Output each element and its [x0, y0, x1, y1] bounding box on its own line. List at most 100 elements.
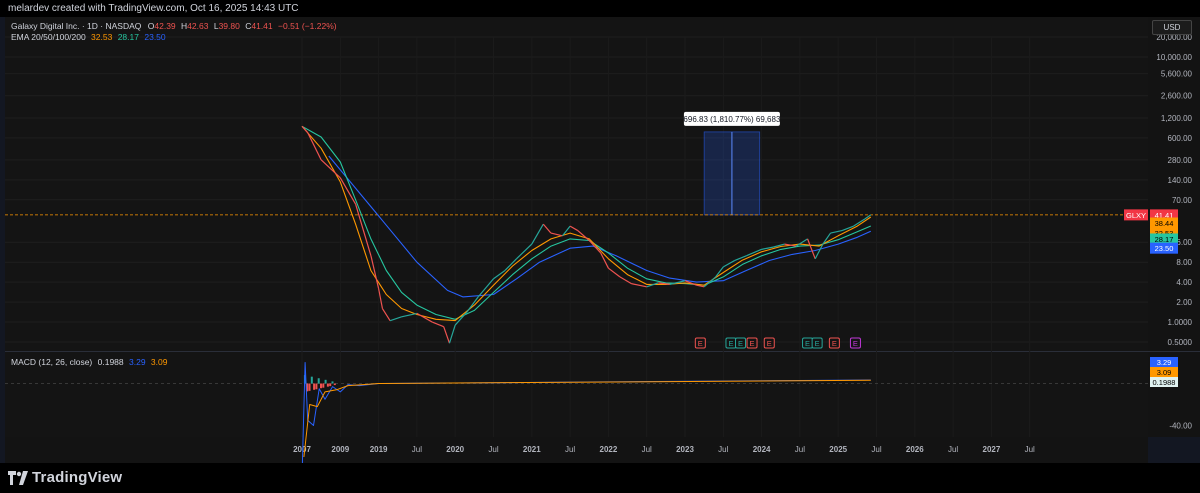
price-badge-value: 23.50 — [1155, 244, 1174, 253]
ema-legend[interactable]: EMA 20/50/100/200 32.53 28.17 23.50 — [11, 32, 166, 42]
macd-badge-value: 3.09 — [1157, 368, 1172, 377]
price-segment — [381, 308, 391, 321]
price-tick-label: 1,200.00 — [1161, 114, 1193, 123]
symbol-tag-label: GLXY — [1126, 211, 1146, 220]
price-segment — [378, 288, 384, 309]
footer: TradingView — [0, 463, 1200, 493]
price-segment — [550, 232, 563, 237]
earnings-marker-label: E — [853, 339, 858, 348]
time-tick-label: 2023 — [676, 445, 694, 454]
price-segment — [542, 223, 552, 234]
price-segment — [466, 296, 479, 313]
macd-label: MACD (12, 26, close) — [11, 357, 93, 367]
time-tick-label: Jul — [948, 445, 958, 454]
price-segment — [531, 223, 544, 245]
price-segment — [569, 225, 579, 232]
macd-tick-label: -40.00 — [1169, 422, 1192, 431]
time-tick-label: 2020 — [446, 445, 464, 454]
time-tick-label: 2024 — [753, 445, 771, 454]
macd-histogram-bar — [315, 383, 318, 390]
price-tick-label: 0.5000 — [1168, 338, 1193, 347]
time-tick-label: 2027 — [983, 445, 1001, 454]
earnings-marker-label: E — [738, 339, 743, 348]
price-segment — [401, 312, 418, 318]
macd-legend[interactable]: MACD (12, 26, close) 0.1988 3.29 3.09 — [11, 357, 167, 367]
macd-histogram-bar — [322, 383, 325, 388]
price-tick-label: 140.00 — [1168, 176, 1193, 185]
price-segment — [431, 321, 444, 328]
measure-label: 696.83 (1,810.77%) 69,683 — [683, 115, 781, 124]
ema20-value: 32.53 — [91, 32, 113, 42]
price-segment — [389, 316, 402, 322]
macd-signal-line — [303, 379, 871, 458]
macd-histogram-bar — [313, 383, 316, 390]
macd-histogram-bar — [320, 383, 323, 389]
time-tick-label: 2022 — [600, 445, 618, 454]
open-value: 42.39 — [154, 21, 176, 31]
time-tick-label: 2019 — [370, 445, 388, 454]
macd-histogram-bar — [326, 383, 329, 387]
earnings-marker-label: E — [750, 339, 755, 348]
time-tick-label: Jul — [795, 445, 805, 454]
price-tick-label: 5,600.00 — [1161, 70, 1193, 79]
ema200-line — [328, 155, 872, 298]
change-value: −0.51 (−1.22%) — [278, 21, 337, 31]
macd-hist-value: 0.1988 — [97, 357, 124, 367]
ema50-line — [301, 125, 872, 320]
currency-button[interactable]: USD — [1152, 20, 1192, 35]
time-tick-label: 2026 — [906, 445, 924, 454]
price-segment — [448, 324, 456, 344]
macd-line — [301, 362, 871, 479]
low-value: 39.80 — [218, 21, 240, 31]
price-tick-label: 1.0000 — [1168, 318, 1193, 327]
tradingview-icon — [8, 470, 28, 485]
macd-badge-value: 0.1988 — [1153, 378, 1176, 387]
ema-label: EMA 20/50/100/200 — [11, 32, 86, 42]
macd-histogram-bar — [310, 376, 313, 384]
macd-histogram-bar — [329, 383, 332, 387]
price-tick-label: 2,600.00 — [1161, 92, 1193, 101]
macd-histogram-bar — [324, 379, 327, 384]
high-value: 42.63 — [187, 21, 209, 31]
time-tick-label: 2025 — [829, 445, 847, 454]
macd-histogram-bar — [308, 383, 311, 391]
time-tick-label: Jul — [1025, 445, 1035, 454]
macd-histogram-bar — [331, 381, 334, 384]
price-segment — [864, 214, 872, 220]
macd-histogram-bar — [333, 383, 336, 386]
time-tick-label: 2009 — [331, 445, 349, 454]
price-segment — [631, 283, 647, 288]
ema50-value: 28.17 — [117, 32, 139, 42]
macd-histogram-bar — [317, 378, 320, 384]
price-tick-label: 70.00 — [1172, 196, 1193, 205]
time-tick-label: Jul — [412, 445, 422, 454]
price-tick-label: 600.00 — [1168, 134, 1193, 143]
price-segment — [443, 326, 451, 344]
price-tick-label: 8.00 — [1176, 258, 1192, 267]
earnings-marker-label: E — [767, 339, 772, 348]
price-badge-value: 28.17 — [1155, 235, 1174, 244]
tradingview-logo[interactable]: TradingView — [8, 469, 122, 486]
symbol-name: Galaxy Digital Inc. · 1D · NASDAQ — [11, 21, 142, 31]
price-tick-label: 4.00 — [1176, 278, 1192, 287]
earnings-marker-label: E — [728, 339, 733, 348]
chart-canvas: 20,000.0010,000.005,600.002,600.001,200.… — [5, 33, 1200, 479]
time-tick-label: Jul — [718, 445, 728, 454]
price-segment — [320, 159, 341, 179]
time-tick-label: Jul — [488, 445, 498, 454]
price-segment — [830, 229, 843, 234]
earnings-marker-label: E — [698, 339, 703, 348]
close-value: 41.41 — [251, 21, 273, 31]
earnings-marker-label: E — [832, 339, 837, 348]
macd-line-value: 3.29 — [129, 357, 146, 367]
ohlc-legend: Galaxy Digital Inc. · 1D · NASDAQ O42.39… — [11, 21, 337, 31]
earnings-marker-label: E — [815, 339, 820, 348]
price-segment — [608, 267, 621, 278]
ema200-value: 23.50 — [144, 32, 166, 42]
time-tick-label: Jul — [642, 445, 652, 454]
time-tick-label: Jul — [565, 445, 575, 454]
macd-badge-value: 3.29 — [1157, 358, 1172, 367]
price-badge-value: 38.44 — [1155, 219, 1174, 228]
brand-name: TradingView — [32, 469, 123, 486]
ema20-line — [301, 125, 872, 322]
